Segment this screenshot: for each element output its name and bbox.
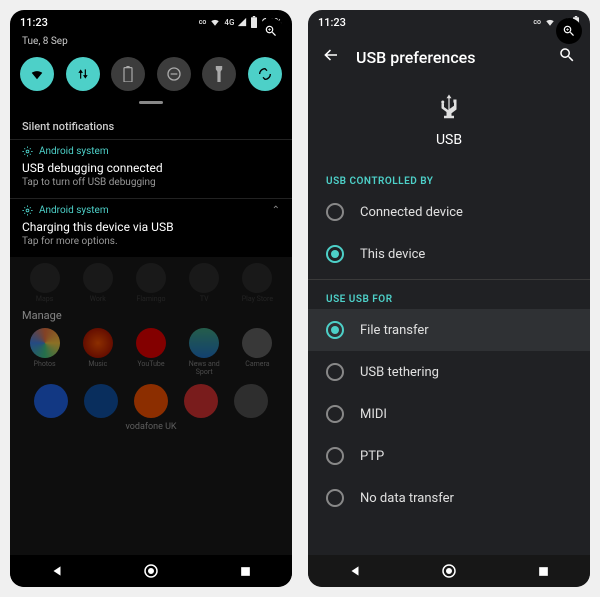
dock-gmail[interactable] xyxy=(184,384,218,418)
dock-messages[interactable] xyxy=(84,384,118,418)
chevron-up-icon[interactable]: ⌃ xyxy=(272,205,280,216)
qs-wifi[interactable] xyxy=(20,57,54,91)
nav-back[interactable] xyxy=(37,564,77,578)
status-bar: 11:23 co xyxy=(308,10,590,34)
app-photos[interactable]: Photos xyxy=(20,328,69,376)
search-button[interactable] xyxy=(558,46,576,68)
radio-icon xyxy=(326,321,344,339)
app-icon[interactable]: Play Store xyxy=(233,263,282,303)
qs-dnd[interactable] xyxy=(157,57,191,91)
app-icon[interactable]: Maps xyxy=(20,263,69,303)
carrier-label: vodafone UK xyxy=(20,420,282,436)
quick-settings-row xyxy=(10,51,292,99)
app-bar: USB preferences xyxy=(308,34,590,80)
gear-icon xyxy=(22,146,33,157)
qs-flashlight[interactable] xyxy=(202,57,236,91)
qs-rotate[interactable] xyxy=(248,57,282,91)
radio-label: PTP xyxy=(360,449,384,464)
notif-title: Charging this device via USB xyxy=(22,220,280,234)
app-icon[interactable]: Work xyxy=(73,263,122,303)
nav-bar xyxy=(10,555,292,587)
wifi-icon xyxy=(209,17,221,27)
app-camera[interactable]: Camera xyxy=(233,328,282,376)
radio-connected-device[interactable]: Connected device xyxy=(308,191,590,233)
radio-label: Connected device xyxy=(360,205,463,220)
zoom-icon[interactable] xyxy=(556,18,582,44)
shade-date: Tue, 8 Sep xyxy=(22,36,68,47)
radio-icon xyxy=(326,447,344,465)
nav-back[interactable] xyxy=(335,564,375,578)
notif-app-name: Android system xyxy=(39,146,109,157)
nav-recent[interactable] xyxy=(523,565,563,578)
dock xyxy=(20,376,282,420)
radio-label: USB tethering xyxy=(360,365,439,380)
notif-subtitle: Tap for more options. xyxy=(22,236,280,247)
shade-handle[interactable] xyxy=(139,101,163,104)
notification-charging-usb[interactable]: Android system ⌃ Charging this device vi… xyxy=(10,198,292,257)
nav-home[interactable] xyxy=(429,562,469,580)
section-usb-controlled-by: USB CONTROLLED BY xyxy=(308,166,590,191)
dock-brave[interactable] xyxy=(134,384,168,418)
battery-icon xyxy=(250,16,258,28)
wifi-icon xyxy=(544,17,556,27)
radio-ptp[interactable]: PTP xyxy=(308,435,590,477)
signal-icon xyxy=(237,17,247,27)
phone-usb-preferences: 11:23 co USB preferences USB USB CONTROL… xyxy=(308,10,590,587)
phone-notification-shade: 11:23 co 4G 64% Tue, 8 Sep Silent notifi… xyxy=(10,10,292,587)
dock-phone[interactable] xyxy=(34,384,68,418)
app-icon[interactable]: TV xyxy=(180,263,229,303)
usb-hero: USB xyxy=(308,80,590,166)
radio-this-device[interactable]: This device xyxy=(308,233,590,275)
app-icon[interactable]: Flamingo xyxy=(126,263,175,303)
home-screen-dimmed: Maps Work Flamingo TV Play Store Manage … xyxy=(10,257,292,555)
radio-file-transfer[interactable]: File transfer xyxy=(308,309,590,351)
gear-icon xyxy=(22,205,33,216)
qs-data[interactable] xyxy=(66,57,100,91)
nav-home[interactable] xyxy=(131,562,171,580)
radio-label: MIDI xyxy=(360,407,387,422)
notification-usb-debugging[interactable]: Android system USB debugging connected T… xyxy=(10,139,292,198)
radio-label: This device xyxy=(360,247,425,262)
app-youtube[interactable]: YouTube xyxy=(126,328,175,376)
radio-label: No data transfer xyxy=(360,491,454,506)
section-use-usb-for: USE USB FOR xyxy=(308,284,590,309)
radio-usb-tethering[interactable]: USB tethering xyxy=(308,351,590,393)
dock-camera[interactable] xyxy=(234,384,268,418)
qs-battery-saver[interactable] xyxy=(111,57,145,91)
manage-label[interactable]: Manage xyxy=(22,309,280,322)
notif-app-name: Android system xyxy=(39,205,109,216)
clock: 11:23 xyxy=(20,16,48,29)
nav-bar xyxy=(308,555,590,587)
status-bar: 11:23 co 4G 64% xyxy=(10,10,292,34)
radio-icon xyxy=(326,203,344,221)
clock: 11:23 xyxy=(318,16,346,29)
notif-title: USB debugging connected xyxy=(22,161,280,175)
usb-hero-label: USB xyxy=(308,132,590,148)
nav-recent[interactable] xyxy=(225,565,265,578)
radio-no-data-transfer[interactable]: No data transfer xyxy=(308,477,590,519)
notif-subtitle: Tap to turn off USB debugging xyxy=(22,177,280,188)
page-title: USB preferences xyxy=(356,48,542,67)
network-label: 4G xyxy=(224,18,234,27)
radio-midi[interactable]: MIDI xyxy=(308,393,590,435)
radio-icon xyxy=(326,405,344,423)
radio-icon xyxy=(326,245,344,263)
radio-icon xyxy=(326,489,344,507)
usb-icon xyxy=(434,92,464,122)
radio-icon xyxy=(326,363,344,381)
back-button[interactable] xyxy=(322,46,340,68)
app-news[interactable]: News and Sport xyxy=(180,328,229,376)
carrier-tag: co xyxy=(199,18,207,26)
app-music[interactable]: Music xyxy=(73,328,122,376)
radio-label: File transfer xyxy=(360,323,429,338)
silent-notifications-header: Silent notifications xyxy=(10,110,292,139)
zoom-icon[interactable] xyxy=(258,18,284,44)
